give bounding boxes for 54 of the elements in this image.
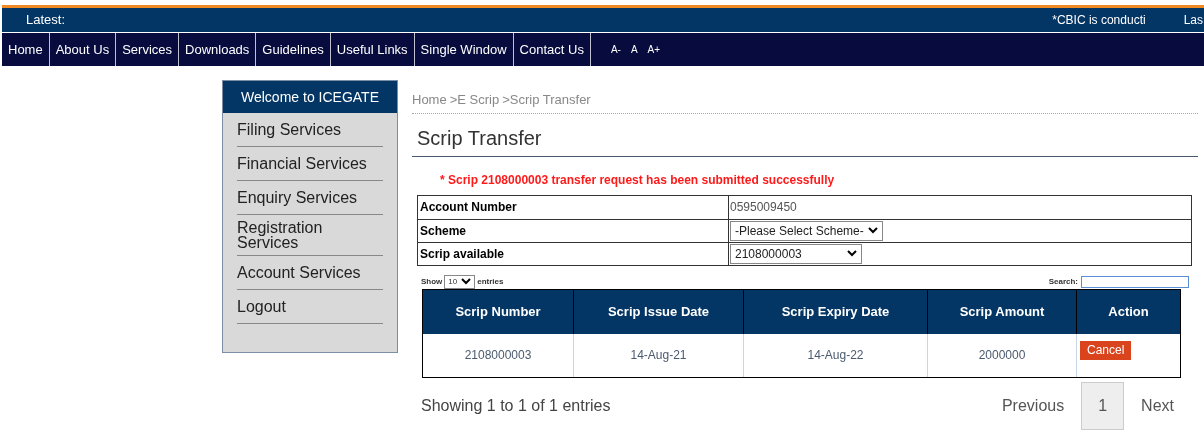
nav-link[interactable]: Single Window bbox=[414, 33, 514, 66]
ticker-label: Latest: bbox=[26, 11, 66, 30]
nav-link[interactable]: About Us bbox=[49, 33, 117, 66]
sidebar-link[interactable]: Financial Services bbox=[237, 156, 367, 171]
pagination-link[interactable]: 1 bbox=[1081, 381, 1125, 430]
cancel-button[interactable]: Cancel bbox=[1080, 340, 1132, 360]
sidebar-link[interactable]: Registration Services bbox=[237, 220, 383, 250]
breadcrumb-link[interactable]: >E Scrip bbox=[449, 90, 500, 110]
table-cell: 2000000 bbox=[928, 333, 1077, 377]
font-size-link[interactable]: A+ bbox=[647, 42, 661, 57]
page-size-select[interactable]: 10 bbox=[444, 274, 476, 289]
table-cell: 14-Aug-22 bbox=[744, 333, 928, 377]
dropdown-field[interactable]: -Please Select Scheme- bbox=[730, 220, 883, 241]
sidebar-link[interactable]: Account Services bbox=[237, 265, 361, 280]
table-info: Showing 1 to 1 of 1 entries bbox=[421, 395, 611, 416]
search-field[interactable] bbox=[1081, 275, 1189, 288]
success-message: * Scrip 2108000003 transfer request has been submitted successfully bbox=[440, 171, 836, 189]
nav-link[interactable]: Useful Links bbox=[330, 33, 415, 66]
account-number-value: 0595009450 bbox=[730, 199, 797, 216]
font-size-link[interactable]: A- bbox=[610, 42, 621, 57]
column-header: Scrip Expiry Date bbox=[744, 289, 928, 334]
column-header: Scrip Amount bbox=[928, 289, 1077, 334]
form-label: Scrip available bbox=[418, 242, 729, 265]
font-size-link[interactable]: A bbox=[630, 42, 638, 57]
ticker-message: *CBIC is conducti bbox=[1052, 12, 1146, 29]
pagination-link[interactable]: Previous bbox=[984, 381, 1082, 430]
column-header: Action bbox=[1107, 302, 1150, 321]
show-label: Show bbox=[421, 275, 443, 288]
entries-label: entries bbox=[477, 275, 504, 288]
column-header: Scrip Number bbox=[423, 289, 574, 334]
chevron-down-icon bbox=[847, 250, 857, 257]
form-label: Account Number bbox=[418, 195, 729, 219]
chevron-down-icon bbox=[461, 278, 472, 285]
nav-link[interactable]: Guidelines bbox=[256, 33, 331, 66]
nav-link[interactable]: Downloads bbox=[179, 33, 257, 66]
table-cell: 2108000003 bbox=[423, 333, 574, 377]
table-cell: 14-Aug-21 bbox=[574, 333, 744, 377]
form-label: Scheme bbox=[418, 219, 729, 242]
search-label: Search: bbox=[1048, 275, 1078, 288]
nav-link[interactable]: Contact Us bbox=[513, 33, 591, 66]
breadcrumb-link[interactable]: Home bbox=[412, 90, 447, 110]
pagination-link[interactable]: Next bbox=[1124, 381, 1191, 430]
dropdown-field[interactable]: 2108000003 bbox=[730, 243, 862, 264]
breadcrumb-link[interactable]: >Scrip Transfer bbox=[502, 90, 591, 110]
chevron-down-icon bbox=[867, 227, 878, 234]
column-header: Scrip Issue Date bbox=[574, 289, 744, 334]
sidebar-link[interactable]: Filing Services bbox=[237, 122, 342, 137]
ticker-message: Las bbox=[1183, 12, 1203, 29]
nav-link[interactable]: Services bbox=[116, 33, 180, 66]
sidebar-link[interactable]: Logout bbox=[237, 299, 286, 314]
sidebar-link[interactable]: Enquiry Services bbox=[237, 190, 358, 205]
page-title: Scrip Transfer bbox=[412, 113, 1198, 157]
nav-link[interactable]: Home bbox=[2, 33, 50, 66]
sidebar-title: Welcome to ICEGATE bbox=[223, 81, 397, 113]
